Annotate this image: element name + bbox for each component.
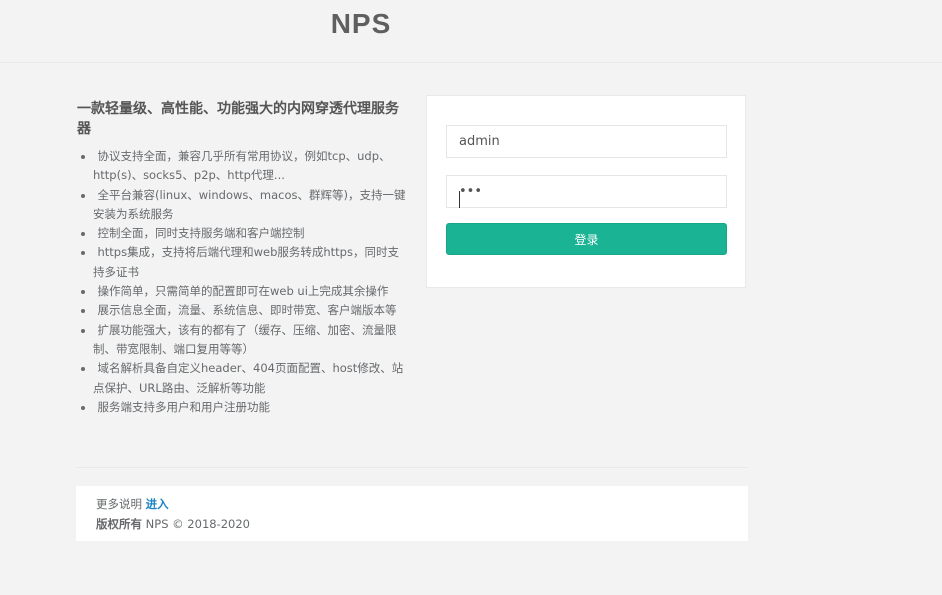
- brand-logo: NPS: [330, 8, 392, 39]
- feature-item: 扩展功能强大，该有的都有了（缓存、压缩、加密、流量限制、带宽限制、端口复用等等）: [81, 321, 407, 360]
- feature-item: 协议支持全面，兼容几乎所有常用协议，例如tcp、udp、http(s)、sock…: [81, 147, 407, 186]
- more-info-link[interactable]: 进入: [146, 497, 169, 511]
- login-card: 登录: [426, 95, 746, 288]
- feature-item: 操作简单，只需简单的配置即可在web ui上完成其余操作: [81, 282, 407, 301]
- feature-item: 控制全面，同时支持服务端和客户端控制: [81, 224, 407, 243]
- divider: [76, 467, 748, 468]
- login-button[interactable]: 登录: [446, 223, 727, 255]
- top-bar: NPS: [0, 0, 942, 63]
- password-input[interactable]: [446, 175, 727, 208]
- intro-title: 一款轻量级、高性能、功能强大的内网穿透代理服务器: [77, 101, 399, 137]
- feature-item: https集成，支持将后端代理和web服务转成https，同时支持多证书: [81, 243, 407, 282]
- footer: 更多说明 进入 版权所有 NPS © 2018-2020: [76, 486, 748, 541]
- username-input[interactable]: [446, 125, 727, 158]
- feature-list: 协议支持全面，兼容几乎所有常用协议，例如tcp、udp、http(s)、sock…: [77, 147, 407, 417]
- intro-section: 一款轻量级、高性能、功能强大的内网穿透代理服务器 协议支持全面，兼容几乎所有常用…: [77, 99, 407, 417]
- copyright-line: 版权所有 NPS © 2018-2020: [96, 516, 250, 532]
- more-info-line: 更多说明 进入: [96, 496, 169, 512]
- copyright-label: 版权所有: [96, 517, 142, 531]
- more-info-label: 更多说明: [96, 497, 142, 511]
- copyright-text: NPS © 2018-2020: [145, 517, 250, 531]
- feature-item: 全平台兼容(linux、windows、macos、群辉等)，支持一键安装为系统…: [81, 186, 407, 225]
- feature-item: 域名解析具备自定义header、404页面配置、host修改、站点保护、URL路…: [81, 359, 407, 398]
- feature-item: 展示信息全面，流量、系统信息、即时带宽、客户端版本等: [81, 301, 407, 320]
- feature-item: 服务端支持多用户和用户注册功能: [81, 398, 407, 417]
- text-cursor: [459, 191, 460, 208]
